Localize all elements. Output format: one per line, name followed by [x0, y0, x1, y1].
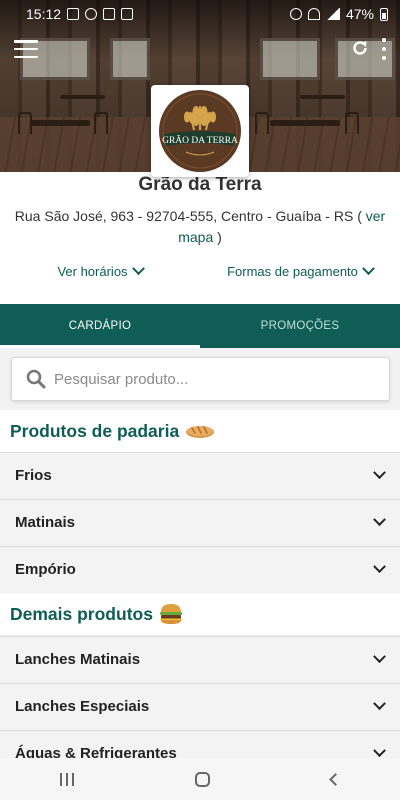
logo-text: GRÃO DA TERRA [162, 134, 238, 146]
more-options-button[interactable] [380, 38, 388, 60]
instagram-icon [85, 8, 98, 20]
search-input[interactable] [54, 370, 374, 388]
wifi-icon [307, 8, 320, 20]
category-row-lanches-matinais[interactable]: Lanches Matinais [0, 636, 400, 682]
status-time: 15:12 [26, 6, 62, 22]
outlook-icon [103, 8, 116, 20]
chevron-down-icon [373, 513, 386, 527]
tab-bar: CARDÁPIO PROMOÇÕES [0, 304, 400, 348]
system-nav-bar [0, 758, 400, 800]
hamburger-icon [14, 40, 38, 43]
signal-icon [325, 8, 340, 20]
battery-icon [380, 7, 388, 21]
burger-icon [159, 604, 182, 624]
category-row-frios[interactable]: Frios [0, 452, 400, 498]
chevron-down-icon [373, 697, 386, 711]
store-logo: GRÃO DA TERRA [151, 85, 249, 177]
store-address: Rua São José, 963 - 92704-555, Centro - … [12, 206, 388, 248]
alarm-icon [289, 8, 302, 20]
chevron-down-icon [362, 262, 375, 276]
status-bar: 15:12 47% [0, 0, 400, 28]
section-title-padaria: Produtos de padaria [0, 410, 400, 452]
messages-icon [67, 8, 80, 20]
category-label: Empório [15, 561, 76, 578]
hours-label: Ver horários [57, 264, 128, 279]
category-row-matinais[interactable]: Matinais [0, 499, 400, 545]
news-icon [121, 8, 134, 20]
chevron-down-icon [373, 560, 386, 574]
payment-toggle[interactable]: Formas de pagamento [200, 262, 400, 279]
store-info: Grão da Terra Rua São José, 963 - 92704-… [0, 172, 400, 304]
home-button[interactable] [194, 771, 210, 787]
menu-button[interactable] [14, 40, 38, 58]
chevron-down-icon [373, 466, 386, 480]
payment-label: Formas de pagamento [227, 264, 358, 279]
category-label: Frios [15, 467, 52, 484]
category-label: Matinais [15, 514, 76, 531]
refresh-button[interactable] [350, 38, 370, 58]
category-row-emporio[interactable]: Empório [0, 546, 400, 592]
refresh-icon [353, 41, 367, 55]
chevron-down-icon [373, 744, 386, 758]
address-close: ) [217, 229, 222, 245]
chevron-down-icon [131, 262, 145, 276]
category-label: Lanches Especiais [15, 698, 150, 715]
battery-percent: 47% [345, 6, 374, 22]
hours-toggle[interactable]: Ver horários [0, 262, 200, 279]
chevron-down-icon [373, 650, 386, 664]
search-icon [26, 369, 46, 389]
section-title-demais: Demais produtos [0, 593, 400, 635]
tab-cardapio[interactable]: CARDÁPIO [0, 304, 200, 348]
back-button[interactable] [328, 772, 342, 786]
category-row-lanches-especiais[interactable]: Lanches Especiais [0, 683, 400, 729]
category-label: Lanches Matinais [15, 651, 141, 668]
bread-icon [186, 426, 215, 438]
more-vertical-icon [382, 38, 386, 42]
address-text: Rua São José, 963 - 92704-555, Centro - … [14, 208, 362, 224]
tab-promocoes[interactable]: PROMOÇÕES [200, 304, 400, 348]
recents-button[interactable] [60, 772, 75, 786]
search-box [11, 357, 390, 401]
